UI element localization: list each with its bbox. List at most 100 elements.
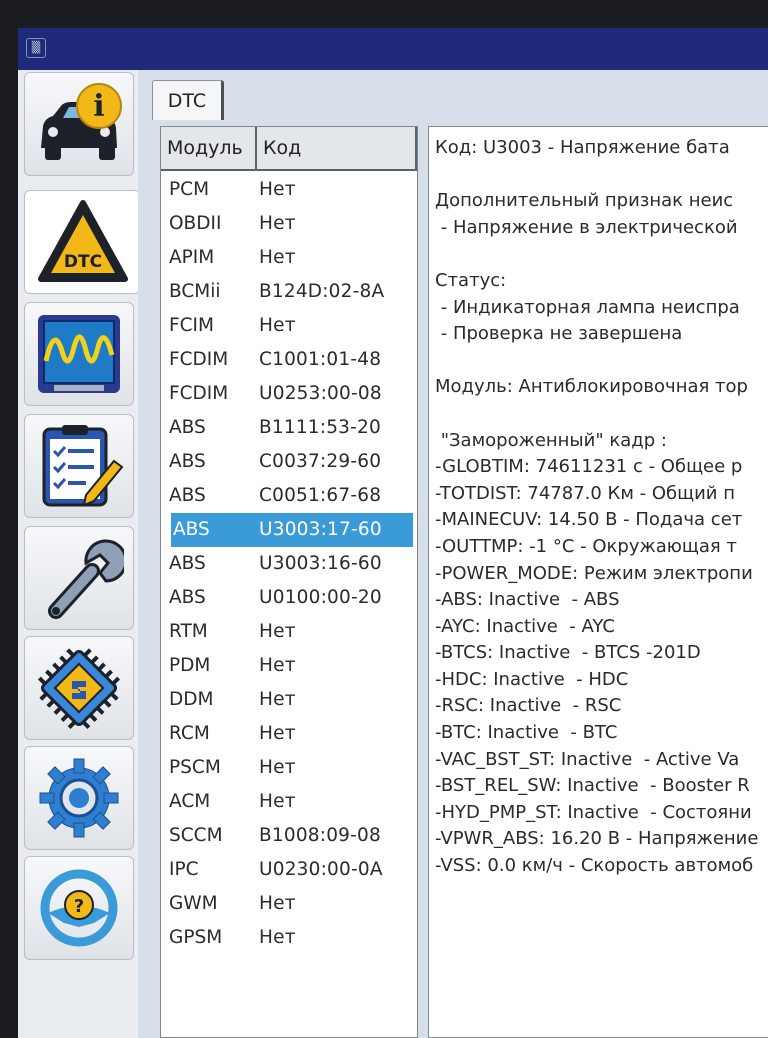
row-code: C1001:01-48 xyxy=(259,349,382,370)
nav-vehicle-info-button[interactable]: i xyxy=(24,72,134,176)
row-module: ABS xyxy=(169,417,206,438)
detail-line: -RSC: Inactive - RSC xyxy=(435,695,622,717)
row-code: C0051:67-68 xyxy=(259,485,382,506)
detail-line: -VSS: 0.0 км/ч - Скорость автомоб xyxy=(435,855,754,877)
tab-dtc[interactable]: DTC xyxy=(152,80,224,120)
main-content: DTC Модуль Код PCM Нет OBDII Нет APIM Нет BCMi… xyxy=(138,70,768,1038)
detail-line: Дополнительный признак неис xyxy=(435,190,734,212)
detail-line: -HYD_PMP_ST: Inactive - Состояни xyxy=(435,801,752,823)
detail-line: Код: U3003 - Напряжение бата xyxy=(435,137,730,158)
row-code: U3003:17-60 xyxy=(259,519,382,540)
table-row[interactable]: OBDII Нет xyxy=(161,207,417,241)
row-code: Нет xyxy=(259,621,296,642)
row-module: FCDIM xyxy=(169,383,229,404)
row-module: RCM xyxy=(169,723,210,744)
nav-service-button[interactable] xyxy=(24,526,134,630)
table-row[interactable]: DDM Нет xyxy=(161,683,417,717)
app-menu-icon[interactable]: ▒ xyxy=(26,38,46,58)
detail-line xyxy=(435,241,768,268)
dtc-detail-panel: Код: U3003 - Напряжение бата Дополнительн… xyxy=(428,126,768,1038)
detail-line xyxy=(435,348,768,375)
table-row[interactable]: ACM Нет xyxy=(161,785,417,819)
steering-help-icon: ? xyxy=(40,869,118,947)
detail-line: -POWER_MODE: Режим электропи xyxy=(435,562,753,584)
row-module: ABS xyxy=(169,485,206,506)
nav-oscilloscope-button[interactable] xyxy=(24,302,134,406)
detail-line: -VAC_BST_ST: Inactive - Active Va xyxy=(435,748,740,770)
row-module: ABS xyxy=(173,519,210,540)
row-code: Нет xyxy=(259,927,296,948)
table-row[interactable]: FCDIM C1001:01-48 xyxy=(161,343,417,377)
table-row[interactable]: GPSM Нет xyxy=(161,921,417,955)
row-module: ACM xyxy=(169,791,211,812)
row-module: DDM xyxy=(169,689,214,710)
row-code: B1111:53-20 xyxy=(259,417,381,438)
row-module: ABS xyxy=(169,553,206,574)
dtc-module-list[interactable]: Модуль Код PCM Нет OBDII Нет APIM Нет BCMii B12… xyxy=(160,126,418,1038)
table-row-selected[interactable]: ABS U3003:17-60 xyxy=(171,513,413,547)
detail-line: -BTC: Inactive - BTC xyxy=(435,722,618,744)
detail-line: -BTCS: Inactive - BTCS -201D xyxy=(435,642,701,664)
row-module: BCMii xyxy=(169,281,221,302)
row-code: Нет xyxy=(259,655,296,676)
table-row[interactable]: ABS U0100:00-20 xyxy=(161,581,417,615)
table-row[interactable]: PDM Нет xyxy=(161,649,417,683)
detail-line: -GLOBTIM: 74611231 с - Общее р xyxy=(435,456,743,478)
table-row[interactable]: SCCM B1008:09-08 xyxy=(161,819,417,853)
dtc-rows: PCM Нет OBDII Нет APIM Нет BCMii B124D:02-8A FCI… xyxy=(161,173,417,955)
table-row[interactable]: ABS B1111:53-20 xyxy=(161,411,417,445)
table-row[interactable]: IPC U0230:00-0A xyxy=(161,853,417,887)
nav-checklist-button[interactable] xyxy=(24,414,134,518)
chip-icon xyxy=(37,648,121,730)
detail-line: - Напряжение в электрической xyxy=(435,216,738,238)
nav-module-programming-button[interactable] xyxy=(24,636,134,740)
row-module: IPC xyxy=(169,859,199,880)
detail-line: -ABS: Inactive - ABS xyxy=(435,589,620,611)
column-header-module[interactable]: Модуль xyxy=(161,127,257,169)
row-code: Нет xyxy=(259,213,296,234)
checklist-icon xyxy=(42,425,124,507)
row-module: FCDIM xyxy=(169,349,229,370)
row-code: Нет xyxy=(259,893,296,914)
nav-settings-button[interactable] xyxy=(24,746,134,850)
row-module: GWM xyxy=(169,893,218,914)
table-row[interactable]: RTM Нет xyxy=(161,615,417,649)
row-module: FCIM xyxy=(169,315,214,336)
detail-line: -VPWR_ABS: 16.20 В - Напряжение xyxy=(435,828,759,850)
table-row[interactable]: ABS C0051:67-68 xyxy=(161,479,417,513)
detail-line: - Индикаторная лампа неиспра xyxy=(435,296,740,318)
row-code: U3003:16-60 xyxy=(259,553,382,574)
detail-line: - Проверка не завершена xyxy=(435,323,683,345)
nav-dtc-button[interactable]: DTC xyxy=(24,190,140,294)
dtc-badge: DTC xyxy=(63,252,101,272)
help-badge: ? xyxy=(74,896,84,917)
row-module: PCM xyxy=(169,179,210,200)
list-header: Модуль Код xyxy=(161,127,417,171)
table-row[interactable]: ABS U3003:16-60 xyxy=(161,547,417,581)
table-row[interactable]: FCDIM U0253:00-08 xyxy=(161,377,417,411)
nav-help-button[interactable]: ? xyxy=(24,856,134,960)
table-row[interactable]: RCM Нет xyxy=(161,717,417,751)
detail-line: Модуль: Антиблокировочная тор xyxy=(435,376,748,398)
table-row[interactable]: FCIM Нет xyxy=(161,309,417,343)
table-row[interactable]: BCMii B124D:02-8A xyxy=(161,275,417,309)
detail-line: -TOTDIST: 74787.0 Км - Общий п xyxy=(435,482,735,504)
table-row[interactable]: APIM Нет xyxy=(161,241,417,275)
table-row[interactable]: ABS C0037:29-60 xyxy=(161,445,417,479)
column-header-code[interactable]: Код xyxy=(257,127,417,169)
detail-line: -HDC: Inactive - HDC xyxy=(435,668,629,690)
row-module: RTM xyxy=(169,621,208,642)
row-code: Нет xyxy=(259,179,296,200)
row-code: Нет xyxy=(259,757,296,778)
table-row[interactable]: PCM Нет xyxy=(161,173,417,207)
dtc-warning-icon: DTC xyxy=(37,200,128,282)
row-module: SCCM xyxy=(169,825,223,846)
info-badge: i xyxy=(93,89,104,124)
nav-sidebar: i DTC ? xyxy=(18,70,140,1038)
table-row[interactable]: GWM Нет xyxy=(161,887,417,921)
row-code: B1008:09-08 xyxy=(259,825,381,846)
row-module: PSCM xyxy=(169,757,221,778)
row-code: U0100:00-20 xyxy=(259,587,382,608)
table-row[interactable]: PSCM Нет xyxy=(161,751,417,785)
dtc-detail-text: Код: U3003 - Напряжение бата Дополнительн… xyxy=(435,135,768,880)
